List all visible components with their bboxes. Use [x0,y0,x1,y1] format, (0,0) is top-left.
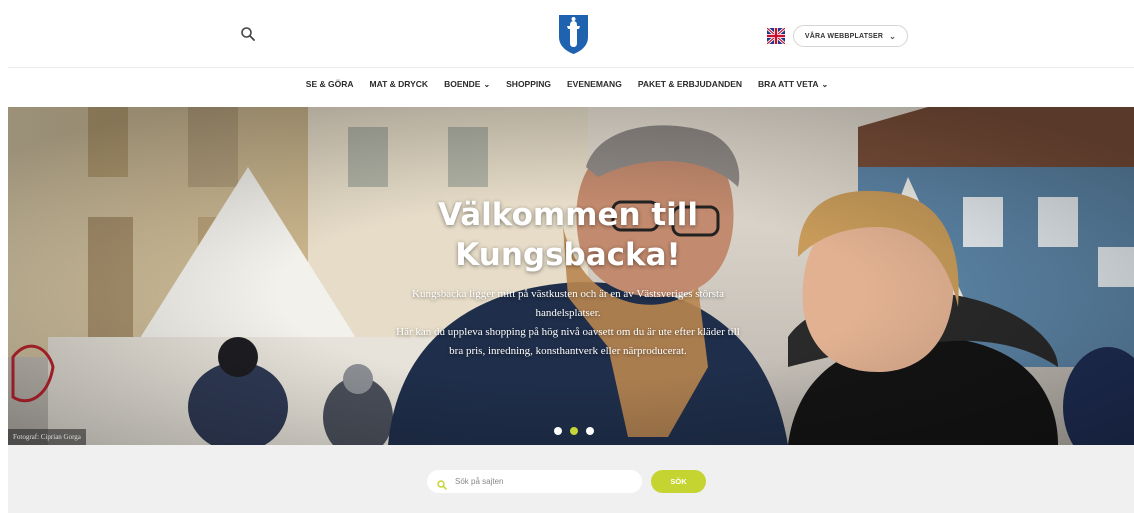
nav-item-label: MAT & DRYCK [369,79,429,89]
carousel-dot-2[interactable] [570,427,578,435]
hero-title-line1: Välkommen till [437,197,699,233]
carousel-dot-3[interactable] [586,427,594,435]
nav-item-paket-erbjudanden[interactable]: PAKET & ERBJUDANDEN [638,79,742,97]
chevron-down-icon: ⌄ [821,80,829,89]
carousel-dots [554,427,594,435]
chevron-down-icon: ⌄ [889,31,897,41]
carousel-dot-1[interactable] [554,427,562,435]
nav-item-label: EVENEMANG [567,79,622,89]
nav-item-label: PAKET & ERBJUDANDEN [637,79,743,89]
photo-credit: Fotograf: Ciprian Gorga [8,429,86,445]
search-field-wrapper [427,470,642,493]
uk-flag-icon[interactable] [766,26,786,46]
hero-text-line3: Här kan du uppleva shopping på hög nivå … [396,326,740,338]
search-icon[interactable] [240,26,256,42]
nav-item-label: BOENDE [444,79,481,89]
site-search-section: SÖK [8,445,1134,513]
nav-item-label: SE & GÖRA [305,79,354,89]
hero-text-line1: Kungsbacka ligger mitt på västkusten och… [412,288,724,300]
nav-item-bra-att-veta[interactable]: BRA ATT VETA ⌄ [758,79,828,97]
nav-item-label: BRA ATT VETA [758,79,819,89]
crest-logo[interactable] [557,13,590,55]
site-search-input[interactable] [455,477,625,486]
main-nav: SE & GÖRA MAT & DRYCK BOENDE ⌄ SHOPPING E… [0,79,1134,97]
nav-item-mat-dryck[interactable]: MAT & DRYCK [370,79,429,97]
our-websites-dropdown[interactable]: VÅRA WEBBPLATSER ⌄ [793,25,908,47]
search-icon [437,477,447,490]
hero-title: Välkommen till Kungsbacka! [338,195,798,275]
hero-banner: Välkommen till Kungsbacka! Kungsbacka li… [8,107,1134,445]
hero-text-line2: handelsplatser. [535,307,601,319]
hero-description: Kungsbacka ligger mitt på västkusten och… [348,285,788,361]
chevron-down-icon: ⌄ [483,80,491,89]
hero-text-line4: bra pris, inredning, konsthantverk eller… [449,345,687,357]
search-button[interactable]: SÖK [651,470,706,493]
nav-item-se-gora[interactable]: SE & GÖRA [306,79,354,97]
nav-item-shopping[interactable]: SHOPPING [506,79,551,97]
hero-photo [8,107,1134,445]
hero-title-line2: Kungsbacka! [455,237,681,273]
nav-item-boende[interactable]: BOENDE ⌄ [444,79,490,97]
nav-item-evenemang[interactable]: EVENEMANG [567,79,622,97]
header-divider [8,67,1134,68]
our-websites-label: VÅRA WEBBPLATSER [804,32,884,40]
nav-item-label: SHOPPING [506,79,552,89]
top-bar: VÅRA WEBBPLATSER ⌄ [0,0,1134,66]
